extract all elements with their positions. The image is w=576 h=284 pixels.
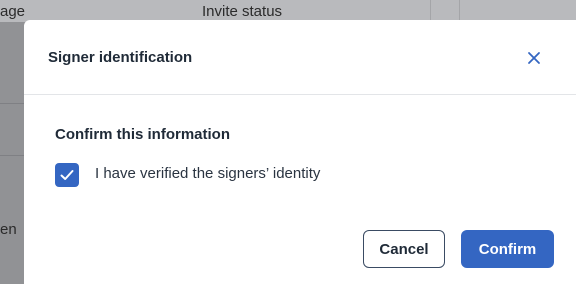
- verify-identity-label: I have verified the signers’ identity: [95, 165, 321, 182]
- close-button[interactable]: [523, 47, 545, 69]
- confirm-button[interactable]: Confirm: [461, 230, 554, 268]
- checkmark-icon: [60, 170, 74, 180]
- background-row-divider: [0, 155, 24, 156]
- background-row-divider: [0, 103, 24, 104]
- verify-identity-checkbox[interactable]: [55, 163, 79, 187]
- close-icon: [528, 52, 540, 64]
- dialog-header: Signer identification: [24, 20, 576, 95]
- background-table-header: age Invite status: [0, 0, 576, 22]
- section-heading: Confirm this information: [55, 126, 230, 143]
- cancel-button[interactable]: Cancel: [363, 230, 445, 268]
- confirm-button-label: Confirm: [478, 240, 537, 258]
- dialog-title: Signer identification: [48, 49, 193, 66]
- background-column-divider: [430, 0, 431, 22]
- signer-identification-dialog: Signer identification Confirm this infor…: [24, 20, 576, 284]
- background-row-text: en: [0, 221, 17, 238]
- background-column-header: age: [0, 3, 26, 20]
- background-column-header-invite-status: Invite status: [202, 3, 283, 20]
- cancel-button-label: Cancel: [379, 240, 429, 258]
- background-column-divider: [459, 0, 460, 22]
